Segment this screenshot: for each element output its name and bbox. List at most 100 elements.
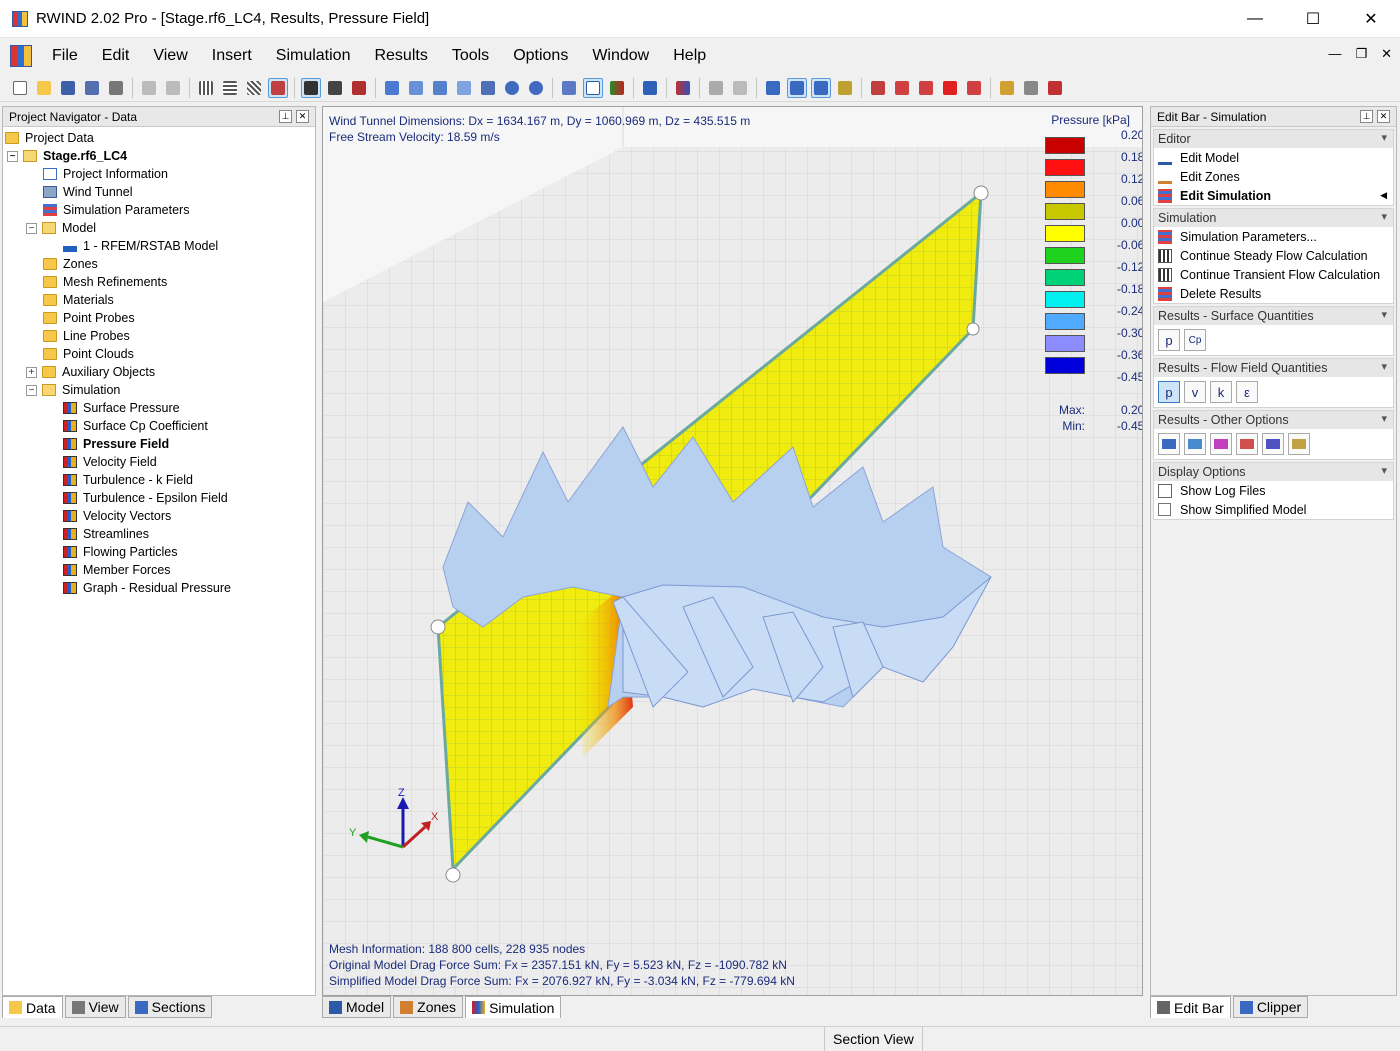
box-icon[interactable] xyxy=(640,78,660,98)
view-front-icon[interactable] xyxy=(430,78,450,98)
mdi-minimize-button[interactable]: — xyxy=(1328,46,1341,62)
save-icon[interactable] xyxy=(58,78,78,98)
tree-item-streamlines[interactable]: Streamlines xyxy=(3,525,315,543)
edit-simulation-item[interactable]: Edit Simulation ◀ xyxy=(1154,186,1393,205)
select-grid-icon[interactable] xyxy=(268,77,288,98)
tab-data[interactable]: Data xyxy=(2,996,63,1018)
menu-simulation[interactable]: Simulation xyxy=(264,47,363,65)
flow-epsilon-button[interactable]: ε xyxy=(1236,381,1258,403)
maximize-button[interactable]: ☐ xyxy=(1284,0,1342,38)
display-icon[interactable] xyxy=(559,78,579,98)
show-simplified-checkbox[interactable] xyxy=(1158,503,1171,516)
menu-file[interactable]: File xyxy=(40,47,90,65)
rotate-view-icon[interactable] xyxy=(502,78,522,98)
simulation-parameters-item[interactable]: Simulation Parameters... xyxy=(1154,227,1393,246)
menu-edit[interactable]: Edit xyxy=(90,47,142,65)
tree-item-point-probes[interactable]: Point Probes xyxy=(3,309,315,327)
tree-item-member-forces[interactable]: Member Forces xyxy=(3,561,315,579)
simulation-section-header[interactable]: Simulation xyxy=(1154,209,1393,227)
edit-model-item[interactable]: Edit Model xyxy=(1154,148,1393,167)
collapse-icon[interactable]: − xyxy=(26,384,37,396)
vectors-icon[interactable] xyxy=(1158,433,1180,455)
pan-icon[interactable] xyxy=(349,78,369,98)
tab-edit-bar[interactable]: Edit Bar xyxy=(1150,996,1231,1018)
menu-results[interactable]: Results xyxy=(362,47,439,65)
zoom-icon[interactable] xyxy=(454,78,474,98)
color-scale-icon[interactable] xyxy=(607,78,627,98)
view-iso-icon[interactable] xyxy=(382,78,402,98)
stop-icon[interactable] xyxy=(940,78,960,98)
graph-icon[interactable] xyxy=(1236,433,1258,455)
undo-icon[interactable] xyxy=(139,78,159,98)
tree-item-rfem-model[interactable]: 1 - RFEM/RSTAB Model xyxy=(3,237,315,255)
pin-icon[interactable]: ⊥ xyxy=(1360,110,1373,123)
collapse-icon[interactable]: − xyxy=(26,222,37,234)
wireframe-icon[interactable] xyxy=(583,77,603,98)
tree-item-zones[interactable]: Zones xyxy=(3,255,315,273)
surface-quantities-header[interactable]: Results - Surface Quantities xyxy=(1154,307,1393,325)
menu-window[interactable]: Window xyxy=(580,47,661,65)
tree-item-point-clouds[interactable]: Point Clouds xyxy=(3,345,315,363)
tree-item-line-probes[interactable]: Line Probes xyxy=(3,327,315,345)
plane-icon[interactable] xyxy=(892,78,912,98)
delete-results-item[interactable]: Delete Results xyxy=(1154,284,1393,303)
expand-icon[interactable]: + xyxy=(26,366,37,378)
menu-tools[interactable]: Tools xyxy=(440,47,501,65)
measure-icon[interactable] xyxy=(997,78,1017,98)
menu-options[interactable]: Options xyxy=(501,47,580,65)
surface-pressure-button[interactable]: p xyxy=(1158,329,1180,351)
save-as-icon[interactable] xyxy=(82,78,102,98)
tree-item-pressure-field[interactable]: Pressure Field xyxy=(3,435,315,453)
zoom-all-icon[interactable] xyxy=(478,78,498,98)
tree-item-auxiliary-objects[interactable]: + Auxiliary Objects xyxy=(3,363,315,381)
tab-simulation[interactable]: Simulation xyxy=(465,996,562,1018)
print-icon[interactable] xyxy=(106,78,126,98)
tab-zones[interactable]: Zones xyxy=(393,996,464,1018)
view-top-icon[interactable] xyxy=(406,78,426,98)
flow-icon[interactable] xyxy=(706,78,726,98)
mesh-refine-icon[interactable] xyxy=(220,78,240,98)
tree-item-simulation-parameters[interactable]: Simulation Parameters xyxy=(3,201,315,219)
tree-item-simulation[interactable]: − Simulation xyxy=(3,381,315,399)
table-icon[interactable] xyxy=(1262,433,1284,455)
mdi-close-button[interactable]: ✕ xyxy=(1381,46,1392,62)
tree-item-velocity-field[interactable]: Velocity Field xyxy=(3,453,315,471)
tree-item-turbulence-epsilon[interactable]: Turbulence - Epsilon Field xyxy=(3,489,315,507)
tree-item-project-information[interactable]: Project Information xyxy=(3,165,315,183)
layers-icon[interactable] xyxy=(730,78,750,98)
cube-icon[interactable] xyxy=(868,78,888,98)
show-simplified-model-item[interactable]: Show Simplified Model xyxy=(1154,500,1393,519)
tree-item-mesh-refinements[interactable]: Mesh Refinements xyxy=(3,273,315,291)
menu-help[interactable]: Help xyxy=(661,47,718,65)
collapse-icon[interactable]: − xyxy=(7,150,18,162)
cut-icon[interactable] xyxy=(964,78,984,98)
section2-icon[interactable] xyxy=(811,77,831,98)
edit-zones-item[interactable]: Edit Zones xyxy=(1154,167,1393,186)
minimize-button[interactable]: — xyxy=(1226,0,1284,38)
editor-section-header[interactable]: Editor xyxy=(1154,130,1393,148)
tab-model[interactable]: Model xyxy=(322,996,392,1018)
tree-item-surface-cp[interactable]: Surface Cp Coefficient xyxy=(3,417,315,435)
tree-item-turbulence-k[interactable]: Turbulence - k Field xyxy=(3,471,315,489)
tree-item-velocity-vectors[interactable]: Velocity Vectors xyxy=(3,507,315,525)
continue-steady-item[interactable]: Continue Steady Flow Calculation xyxy=(1154,246,1393,265)
tree-item-model[interactable]: − Model xyxy=(3,219,315,237)
streamlines-icon[interactable] xyxy=(1184,433,1206,455)
pin-icon[interactable]: ⊥ xyxy=(279,110,292,123)
tree-item-project-data[interactable]: Project Data xyxy=(3,129,315,147)
tree-item-graph-residual-pressure[interactable]: Graph - Residual Pressure xyxy=(3,579,315,597)
menu-insert[interactable]: Insert xyxy=(200,47,264,65)
mdi-restore-button[interactable]: ❐ xyxy=(1355,46,1367,62)
other-options-header[interactable]: Results - Other Options xyxy=(1154,411,1393,429)
tab-sections[interactable]: Sections xyxy=(127,996,213,1018)
menu-view[interactable]: View xyxy=(141,47,199,65)
open-folder-icon[interactable] xyxy=(34,78,54,98)
flow-k-button[interactable]: k xyxy=(1210,381,1232,403)
3d-viewport[interactable]: Wind Tunnel Dimensions: Dx = 1634.167 m,… xyxy=(322,106,1143,996)
particles-icon[interactable] xyxy=(1210,433,1232,455)
tools-icon[interactable] xyxy=(1021,78,1041,98)
rotate-icon[interactable] xyxy=(325,78,345,98)
report-icon[interactable] xyxy=(1288,433,1310,455)
panel-close-icon[interactable]: ✕ xyxy=(296,110,309,123)
tree-item-wind-tunnel[interactable]: Wind Tunnel xyxy=(3,183,315,201)
